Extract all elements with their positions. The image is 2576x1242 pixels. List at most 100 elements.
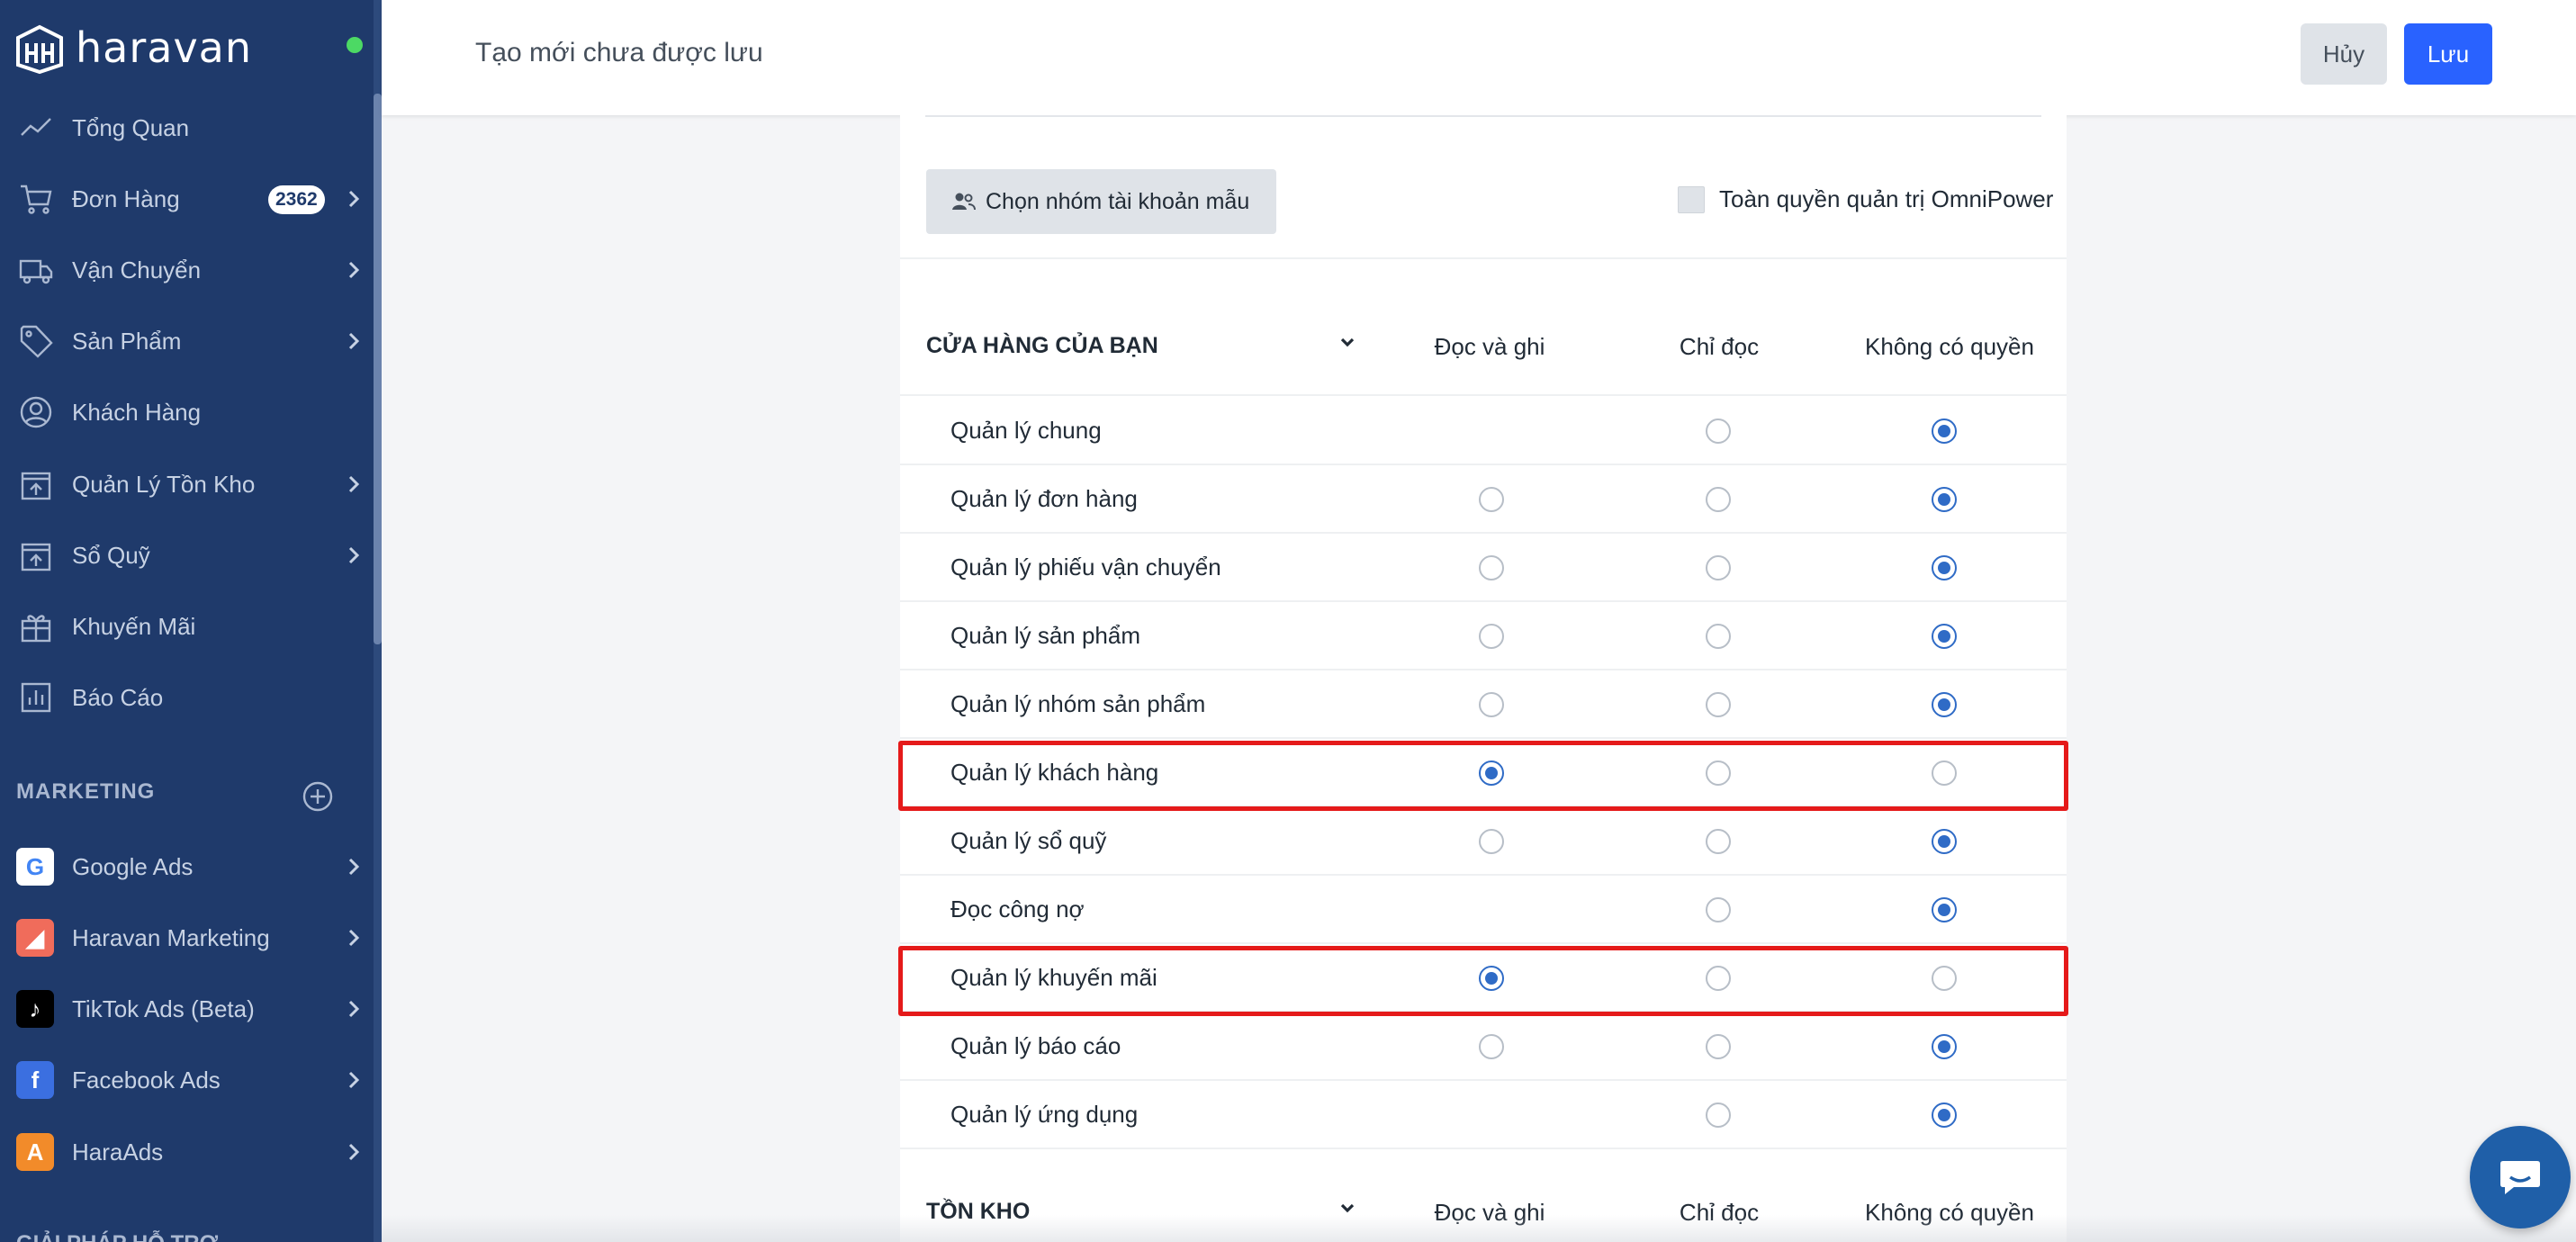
- sidebar-item-label: Sổ Quỹ: [72, 541, 150, 569]
- radio-no-access[interactable]: [1932, 1102, 1957, 1128]
- save-button[interactable]: Lưu: [2404, 23, 2492, 85]
- chevron-right-icon: [342, 1140, 365, 1164]
- radio-read-only[interactable]: [1706, 692, 1731, 717]
- page-title: Tạo mới chưa được lưu: [475, 38, 763, 68]
- radio-no-access[interactable]: [1932, 487, 1957, 512]
- google-icon: G: [16, 848, 54, 886]
- radio-no-access[interactable]: [1932, 760, 1957, 786]
- radio-read-write[interactable]: [1479, 1034, 1504, 1059]
- permission-label: Quản lý ứng dụng: [950, 1101, 1139, 1128]
- sidebar-item-bao-cao[interactable]: Báo Cáo: [0, 669, 374, 726]
- sidebar-item-label: Đơn Hàng: [72, 184, 180, 212]
- radio-read-write[interactable]: [1479, 760, 1504, 786]
- radio-read-only[interactable]: [1706, 487, 1731, 512]
- sidebar-item-label: Vận Chuyển: [72, 256, 202, 284]
- permission-label: Quản lý sổ quỹ: [950, 827, 1107, 854]
- radio-read-only[interactable]: [1706, 1034, 1731, 1059]
- sidebar-item-label: TikTok Ads (Beta): [72, 994, 255, 1022]
- haravan-marketing-icon: ◢: [16, 919, 54, 957]
- sidebar-item-san-pham[interactable]: Sản Phẩm: [0, 312, 374, 370]
- chevron-right-icon: [342, 258, 365, 282]
- permission-row: Quản lý ứng dụng: [900, 1081, 2067, 1149]
- sidebar-item-label: Tổng Quan: [72, 113, 190, 141]
- radio-no-access[interactable]: [1932, 897, 1957, 922]
- chevron-right-icon: [342, 855, 365, 878]
- column-header-no-access: Không có quyền: [1865, 333, 2034, 360]
- radio-read-write[interactable]: [1479, 692, 1504, 717]
- chat-support-button[interactable]: [2470, 1126, 2571, 1228]
- sidebar-item-khach-hang[interactable]: Khách Hàng: [0, 383, 374, 441]
- radio-no-access[interactable]: [1932, 555, 1957, 580]
- sidebar-app-tiktok-ads[interactable]: ♪ TikTok Ads (Beta): [0, 980, 374, 1038]
- sidebar-item-quan-ly-ton-kho[interactable]: Quản Lý Tồn Kho: [0, 455, 374, 513]
- radio-read-only[interactable]: [1706, 1102, 1731, 1128]
- support-section-title: GIẢI PHÁP HỖ TRỢ: [16, 1231, 218, 1242]
- radio-read-only[interactable]: [1706, 555, 1731, 580]
- chevron-right-icon: [342, 329, 365, 353]
- radio-read-only[interactable]: [1706, 760, 1731, 786]
- marketing-section-title: MARKETING: [16, 779, 156, 804]
- chevron-right-icon: [342, 544, 365, 567]
- radio-read-only[interactable]: [1706, 966, 1731, 991]
- section-divider: [900, 257, 2067, 259]
- radio-read-only[interactable]: [1706, 829, 1731, 854]
- sidebar-app-facebook-ads[interactable]: f Facebook Ads: [0, 1051, 374, 1109]
- full-admin-checkbox[interactable]: [1678, 186, 1705, 213]
- sidebar-app-google-ads[interactable]: G Google Ads: [0, 838, 374, 896]
- radio-read-only[interactable]: [1706, 418, 1731, 444]
- radio-read-write[interactable]: [1479, 966, 1504, 991]
- section-title: CỬA HÀNG CỦA BẠN: [926, 333, 1158, 358]
- permission-row: Quản lý phiếu vận chuyển: [900, 534, 2067, 602]
- facebook-icon: f: [16, 1061, 54, 1099]
- user-circle-icon: [16, 392, 56, 432]
- order-count-badge: 2362: [268, 185, 325, 214]
- radio-read-write[interactable]: [1479, 555, 1504, 580]
- permission-label: Quản lý chung: [950, 417, 1102, 444]
- tag-icon: [16, 321, 56, 361]
- sidebar-item-van-chuyen[interactable]: Vận Chuyển: [0, 241, 374, 299]
- sidebar-app-haraads[interactable]: A HaraAds: [0, 1123, 374, 1181]
- choose-template-group-button[interactable]: Chọn nhóm tài khoản mẫu: [926, 169, 1276, 234]
- chevron-right-icon: [342, 997, 365, 1021]
- radio-read-only[interactable]: [1706, 897, 1731, 922]
- radio-no-access[interactable]: [1932, 1034, 1957, 1059]
- permission-row: Quản lý chung: [900, 397, 2067, 465]
- permission-label: Quản lý khuyến mãi: [950, 964, 1157, 991]
- permission-label: Quản lý báo cáo: [950, 1032, 1121, 1059]
- radio-no-access[interactable]: [1932, 692, 1957, 717]
- sidebar-item-tong-quan[interactable]: Tổng Quan: [0, 99, 374, 157]
- sidebar-item-label: Báo Cáo: [72, 683, 164, 711]
- permission-row: Quản lý nhóm sản phẩm: [900, 670, 2067, 739]
- radio-read-write[interactable]: [1479, 487, 1504, 512]
- permission-row: Quản lý khách hàng: [900, 739, 2067, 807]
- cancel-button[interactable]: Hủy: [2301, 23, 2387, 85]
- radio-no-access[interactable]: [1932, 418, 1957, 444]
- chevron-right-icon: [342, 1068, 365, 1092]
- sidebar-scrollbar-thumb[interactable]: [374, 94, 382, 644]
- radio-read-write[interactable]: [1479, 624, 1504, 649]
- sidebar-item-label: Quản Lý Tồn Kho: [72, 470, 256, 498]
- sidebar-item-don-hang[interactable]: Đơn Hàng 2362: [0, 170, 374, 228]
- chevron-right-icon: [342, 187, 365, 211]
- column-header-read-only: Chỉ đọc: [1679, 333, 1760, 360]
- radio-no-access[interactable]: [1932, 829, 1957, 854]
- sidebar-item-so-quy[interactable]: Sổ Quỹ: [0, 526, 374, 584]
- radio-read-only[interactable]: [1706, 624, 1731, 649]
- brand-logo[interactable]: haravan: [13, 18, 252, 77]
- brand-name: haravan: [76, 23, 253, 72]
- radio-no-access[interactable]: [1932, 624, 1957, 649]
- chevron-down-icon[interactable]: [1336, 331, 1359, 355]
- add-channel-icon[interactable]: [301, 779, 335, 814]
- sidebar: haravan Tổng Quan Đơn Hàng 2362 Vận Chuy…: [0, 0, 382, 1242]
- radio-read-write[interactable]: [1479, 829, 1504, 854]
- sidebar-app-haravan-marketing[interactable]: ◢ Haravan Marketing: [0, 909, 374, 967]
- radio-no-access[interactable]: [1932, 966, 1957, 991]
- permission-row: Quản lý đơn hàng: [900, 465, 2067, 534]
- sidebar-item-label: HaraAds: [72, 1138, 164, 1166]
- tiktok-icon: ♪: [16, 990, 54, 1028]
- sidebar-item-khuyen-mai[interactable]: Khuyến Mãi: [0, 598, 374, 655]
- permission-row: Quản lý báo cáo: [900, 1012, 2067, 1081]
- permission-row: Quản lý sổ quỹ: [900, 807, 2067, 876]
- chat-icon: [2500, 1161, 2540, 1194]
- sidebar-item-label: Khách Hàng: [72, 398, 202, 426]
